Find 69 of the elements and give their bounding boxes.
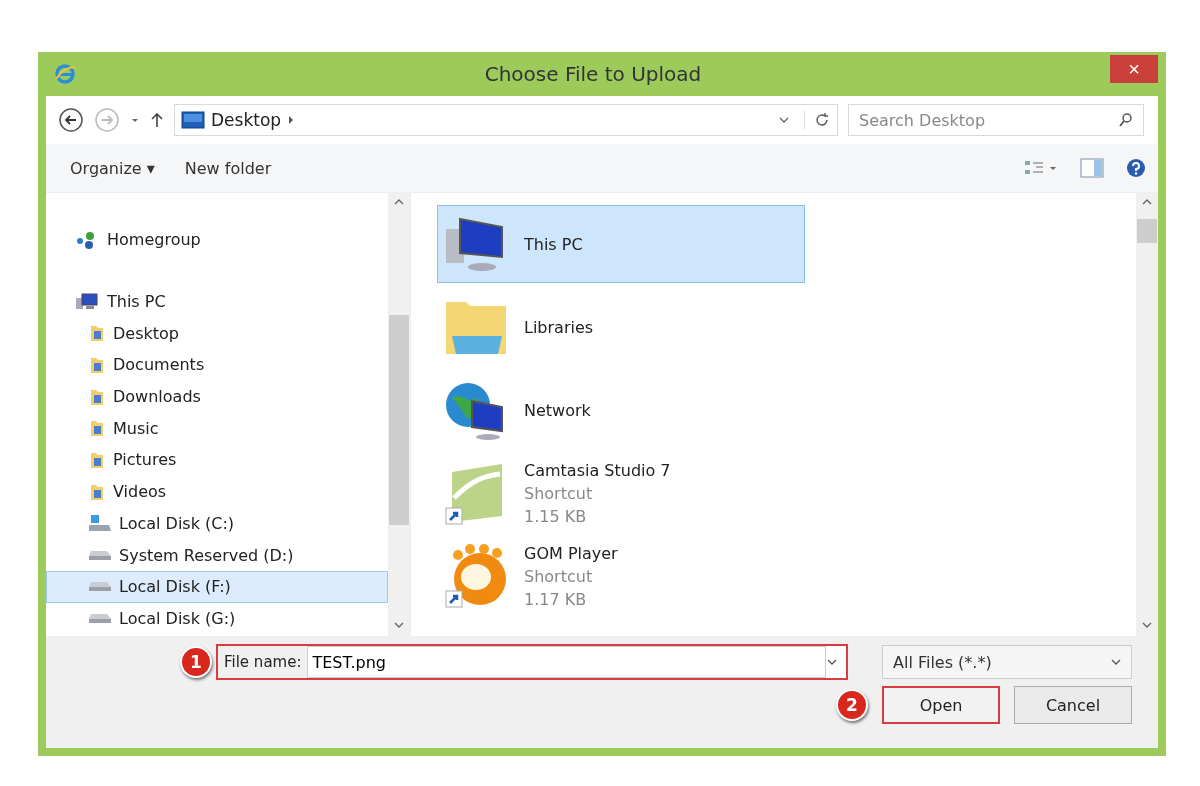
back-icon[interactable] [58,107,84,133]
folder-icon [89,324,105,343]
search-field[interactable]: Search Desktop [848,104,1144,136]
window-title: Choose File to Upload [483,62,703,86]
folder-icon [89,355,105,374]
new-folder-button[interactable]: New folder [180,156,276,180]
scrollbar-thumb[interactable] [389,315,409,525]
file-name: GOM Player [524,543,618,563]
tree-item[interactable]: Local Disk (F:) [46,570,388,603]
file-detail: 1.15 KB [524,506,588,526]
folder-icon [89,450,105,469]
tree-item[interactable]: Videos [46,475,388,508]
file-item[interactable]: Camtasia Studio 7 Shortcut 1.15 KB [437,454,805,532]
address-bar[interactable]: Desktop [174,104,838,136]
tree-item[interactable]: Pictures [46,444,388,476]
tree-item[interactable]: Homegroup [46,224,388,256]
file-type-dropdown[interactable]: All Files (*.*) [882,645,1132,679]
scrollbar[interactable] [1136,193,1158,636]
dropdown-icon[interactable] [826,657,838,667]
file-name: Libraries [524,317,594,337]
scroll-down-icon[interactable] [394,622,404,628]
drive-icon [89,582,111,592]
browser-logo-icon [54,63,76,85]
scrollbar-thumb[interactable] [1137,219,1157,243]
chevron-icon[interactable] [287,115,296,125]
dialog-button[interactable]: Open [882,686,1000,724]
desktop-icon [181,111,205,129]
folder-icon [89,387,105,406]
drive-icon [89,550,111,560]
file-name: Network [524,400,591,420]
tree-item[interactable]: System Reserved (D:) [46,539,388,571]
step-badge: 1 [180,646,212,678]
drive-icon [89,613,111,623]
tree-item[interactable]: Music [46,412,388,445]
file-name: This PC [524,234,583,254]
file-item[interactable]: This PC [437,205,805,283]
dropdown-icon[interactable] [778,115,790,125]
folder-icon [89,419,105,438]
scroll-up-icon[interactable] [394,199,404,205]
scroll-up-icon[interactable] [1142,199,1152,205]
up-icon[interactable] [150,112,164,128]
help-icon[interactable] [1126,158,1146,178]
folder-icon [89,482,105,501]
file-name: Camtasia Studio 7 [524,460,671,480]
organize-menu[interactable]: Organize ▾ [66,156,159,180]
search-icon [1118,112,1134,128]
dialog-button[interactable]: Cancel [1014,686,1132,724]
file-item[interactable]: Network [437,371,805,449]
tree-item[interactable]: Desktop [46,317,388,350]
scrollbar[interactable] [388,193,410,636]
computer-icon [75,291,99,312]
close-button[interactable]: × [1110,55,1158,83]
file-item[interactable]: Libraries [437,288,805,366]
step-badge: 2 [836,689,868,721]
tree-item[interactable]: This PC [46,285,388,318]
file-name-field[interactable]: File name: TEST.png [216,644,848,680]
tree-item[interactable]: Local Disk (C:) [46,507,388,540]
tree-item[interactable]: Downloads [46,380,388,413]
breadcrumb[interactable]: Desktop [211,110,282,130]
file-detail: 1.17 KB [524,589,588,609]
drive-icon [89,515,111,532]
refresh-icon[interactable] [804,111,831,129]
dropdown-icon [1111,659,1121,665]
file-detail: Shortcut [524,566,594,586]
tree-item[interactable]: Documents [46,349,388,381]
file-item[interactable]: GOM Player Shortcut 1.17 KB [437,537,805,615]
scroll-down-icon[interactable] [1142,622,1152,628]
tree-item[interactable]: Local Disk (G:) [46,602,388,635]
file-detail: Shortcut [524,483,594,503]
